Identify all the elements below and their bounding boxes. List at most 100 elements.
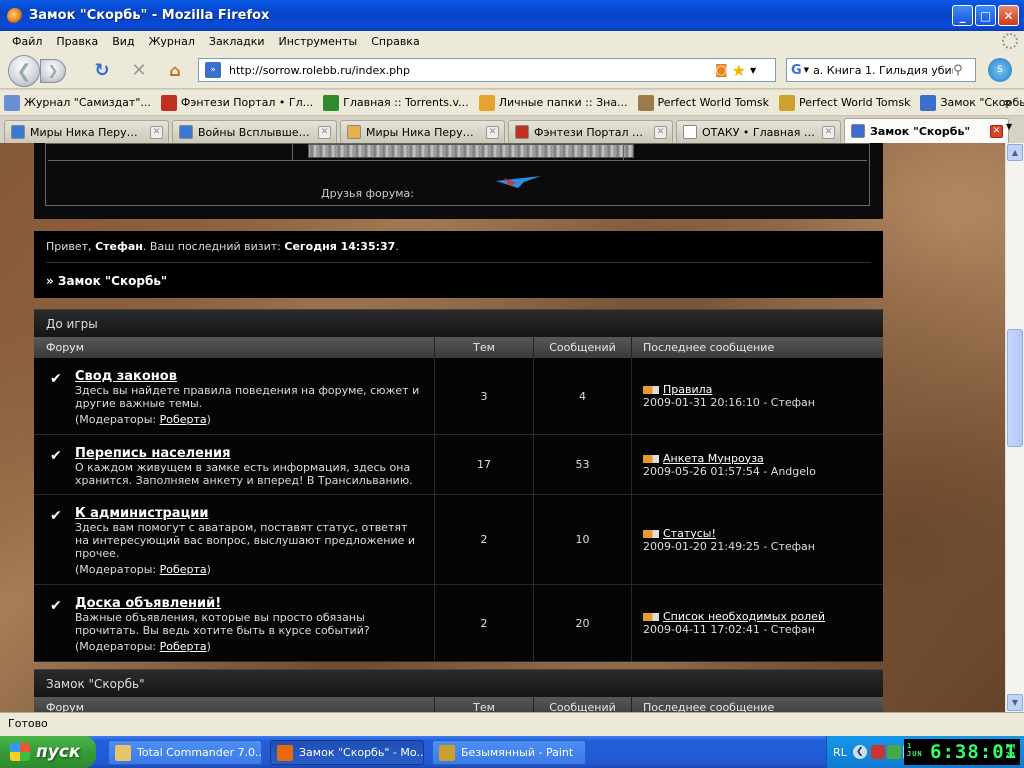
maximize-button[interactable]: □ [975, 5, 996, 26]
bookmark-label: Perfect World Tomsk [657, 96, 769, 109]
bookmark-star-icon[interactable]: ★ [732, 61, 746, 80]
forum-title-link[interactable]: Доска объявлений! [75, 596, 424, 611]
last-post-meta: 2009-04-11 17:02:41 - Стефан [643, 623, 815, 636]
moderator-link[interactable]: Роберта [160, 563, 207, 576]
user-name[interactable]: Стефан [95, 240, 143, 253]
last-post-arrow-icon[interactable] [643, 386, 659, 394]
forum-row: ✔ Перепись населения О каждом живущем в за… [34, 435, 883, 495]
forum-post-count: 10 [534, 495, 632, 584]
tab-close-icon[interactable]: ✕ [318, 125, 331, 139]
bookmark-item[interactable]: Журнал "Самиздат"... [4, 94, 151, 111]
breadcrumb[interactable]: » Замок "Скорбь" [46, 274, 167, 288]
scroll-down-icon[interactable]: ▼ [1007, 694, 1023, 711]
stop-icon[interactable]: ✕ [127, 58, 151, 82]
search-input[interactable] [813, 63, 954, 77]
forum-title-link[interactable]: Свод законов [75, 369, 424, 384]
tab-list-icon[interactable]: ▼ [1006, 122, 1012, 131]
tab[interactable]: Фэнтези Портал • П... ✕ [508, 120, 673, 143]
menu-bookmarks[interactable]: Закладки [202, 35, 272, 48]
last-post-arrow-icon[interactable] [643, 454, 659, 463]
search-engine-icon[interactable]: G [791, 63, 802, 78]
last-post-arrow-icon[interactable] [643, 613, 659, 621]
menu-view[interactable]: Вид [105, 35, 141, 48]
search-go-icon[interactable]: ⚲ [953, 63, 963, 78]
bookmarks-overflow-icon[interactable]: » [1003, 95, 1012, 111]
menu-edit[interactable]: Правка [49, 35, 105, 48]
skype-icon[interactable]: S [988, 58, 1012, 82]
tab-favicon-icon [11, 125, 25, 139]
column-header-row: Форум Тем Сообщений Последнее сообщение [34, 697, 883, 712]
url-input[interactable] [229, 63, 709, 77]
vertical-scrollbar[interactable]: ▲ ▼ [1005, 143, 1024, 712]
back-button[interactable]: ❮ [8, 55, 40, 87]
menu-file[interactable]: Файл [5, 35, 49, 48]
reload-icon[interactable]: ↻ [90, 58, 114, 82]
forward-button[interactable]: ❯ [40, 59, 66, 83]
greeting-line: Привет, Стефан. Ваш последний визит: Сег… [46, 240, 399, 253]
forum-title-link[interactable]: Перепись населения [75, 446, 424, 461]
category-title[interactable]: До игры [34, 309, 883, 337]
bookmark-item[interactable]: Perfect World Tomsk [779, 94, 910, 111]
tab[interactable]: Миры Ника Перумов... ✕ [4, 120, 169, 143]
clock[interactable]: 1 JUN 6:38:01 PM 23 [904, 739, 1020, 765]
menu-tools[interactable]: Инструменты [272, 35, 365, 48]
close-button[interactable]: ✕ [998, 5, 1019, 26]
forum-topic-count: 2 [435, 495, 534, 584]
tray-app-icon[interactable] [886, 745, 901, 759]
menu-history[interactable]: Журнал [142, 35, 202, 48]
last-post-arrow-icon[interactable] [643, 529, 659, 538]
tab-label: Замок "Скорбь" [870, 124, 971, 138]
bookmark-label: Фэнтези Портал • Гл... [180, 96, 314, 109]
taskbar-button[interactable]: Замок "Скорбь" - Мо... [270, 740, 424, 765]
home-icon[interactable]: ⌂ [163, 58, 187, 82]
tray-expand-icon[interactable]: ❮ [852, 745, 867, 759]
column-header-row: Форум Тем Сообщений Последнее сообщение [34, 337, 883, 358]
tray-app-icon[interactable] [870, 745, 885, 759]
menu-help[interactable]: Справка [364, 35, 426, 48]
forum-topic-count: 17 [435, 435, 534, 494]
category-title[interactable]: Замок "Скорбь" [34, 669, 883, 697]
scroll-thumb[interactable] [1007, 329, 1023, 447]
tab-close-icon[interactable]: ✕ [822, 125, 835, 139]
forum-row: ✔ Свод законов Здесь вы найдете правила по… [34, 358, 883, 435]
friend-logo-icon[interactable] [496, 174, 541, 188]
scroll-up-icon[interactable]: ▲ [1007, 144, 1023, 161]
rss-icon[interactable]: ◙ [715, 63, 728, 78]
category-castle: Замок "Скорбь" Форум Тем Сообщений После… [34, 669, 883, 712]
moderator-link[interactable]: Роберта [160, 640, 207, 653]
language-indicator[interactable]: RL [833, 746, 847, 759]
search-engine-dropdown-icon[interactable]: ▼ [804, 66, 809, 74]
tab[interactable]: ОТАКУ • Главная ст... ✕ [676, 120, 841, 143]
banner-image[interactable] [308, 144, 634, 158]
search-bar[interactable]: G ▼ ⚲ [786, 58, 976, 82]
checkmark-icon: ✔ [50, 508, 62, 524]
url-dropdown-icon[interactable]: ▼ [750, 66, 756, 75]
tab[interactable]: Войны Всплывшего ... ✕ [172, 120, 337, 143]
torrents-icon [323, 94, 340, 111]
forum-description: Здесь вам помогут с аватаром, поставят с… [75, 521, 416, 560]
window-titlebar[interactable]: Замок "Скорбь" - Mozilla Firefox _ □ ✕ [0, 0, 1024, 31]
bookmark-item[interactable]: Perfect World Tomsk [637, 94, 769, 111]
moderator-link[interactable]: Роберта [160, 413, 207, 426]
tab[interactable]: Миры Ника Перумов... ✕ [340, 120, 505, 143]
last-post-link[interactable]: Список необходимых ролей [663, 610, 825, 623]
tab-close-icon[interactable]: ✕ [654, 125, 667, 139]
bookmark-item[interactable]: Фэнтези Портал • Гл... [160, 94, 314, 111]
last-post-link[interactable]: Анкета Мунроуза [663, 452, 764, 465]
tab[interactable]: Замок "Скорбь" ✕ [844, 118, 1009, 143]
taskbar-button[interactable]: Total Commander 7.0... [108, 740, 262, 765]
bookmark-item[interactable]: Главная :: Torrents.v... [323, 94, 469, 111]
last-post-link[interactable]: Правила [663, 383, 712, 396]
last-post-link[interactable]: Статусы! [663, 527, 716, 540]
tab-close-icon[interactable]: ✕ [150, 125, 163, 139]
minimize-button[interactable]: _ [952, 5, 973, 26]
taskbar-button[interactable]: Безымянный - Paint [432, 740, 586, 765]
greeting-mid: . Ваш последний визит: [142, 240, 285, 253]
start-button[interactable]: пуск [0, 736, 96, 768]
col-topics: Тем [435, 337, 534, 358]
tab-close-icon[interactable]: ✕ [486, 125, 499, 139]
tab-close-icon[interactable]: ✕ [990, 124, 1003, 138]
bookmark-item[interactable]: Личные папки :: Зна... [478, 94, 628, 111]
forum-title-link[interactable]: К администрации [75, 506, 424, 521]
url-bar[interactable]: » ◙ ★ ▼ [198, 58, 776, 82]
